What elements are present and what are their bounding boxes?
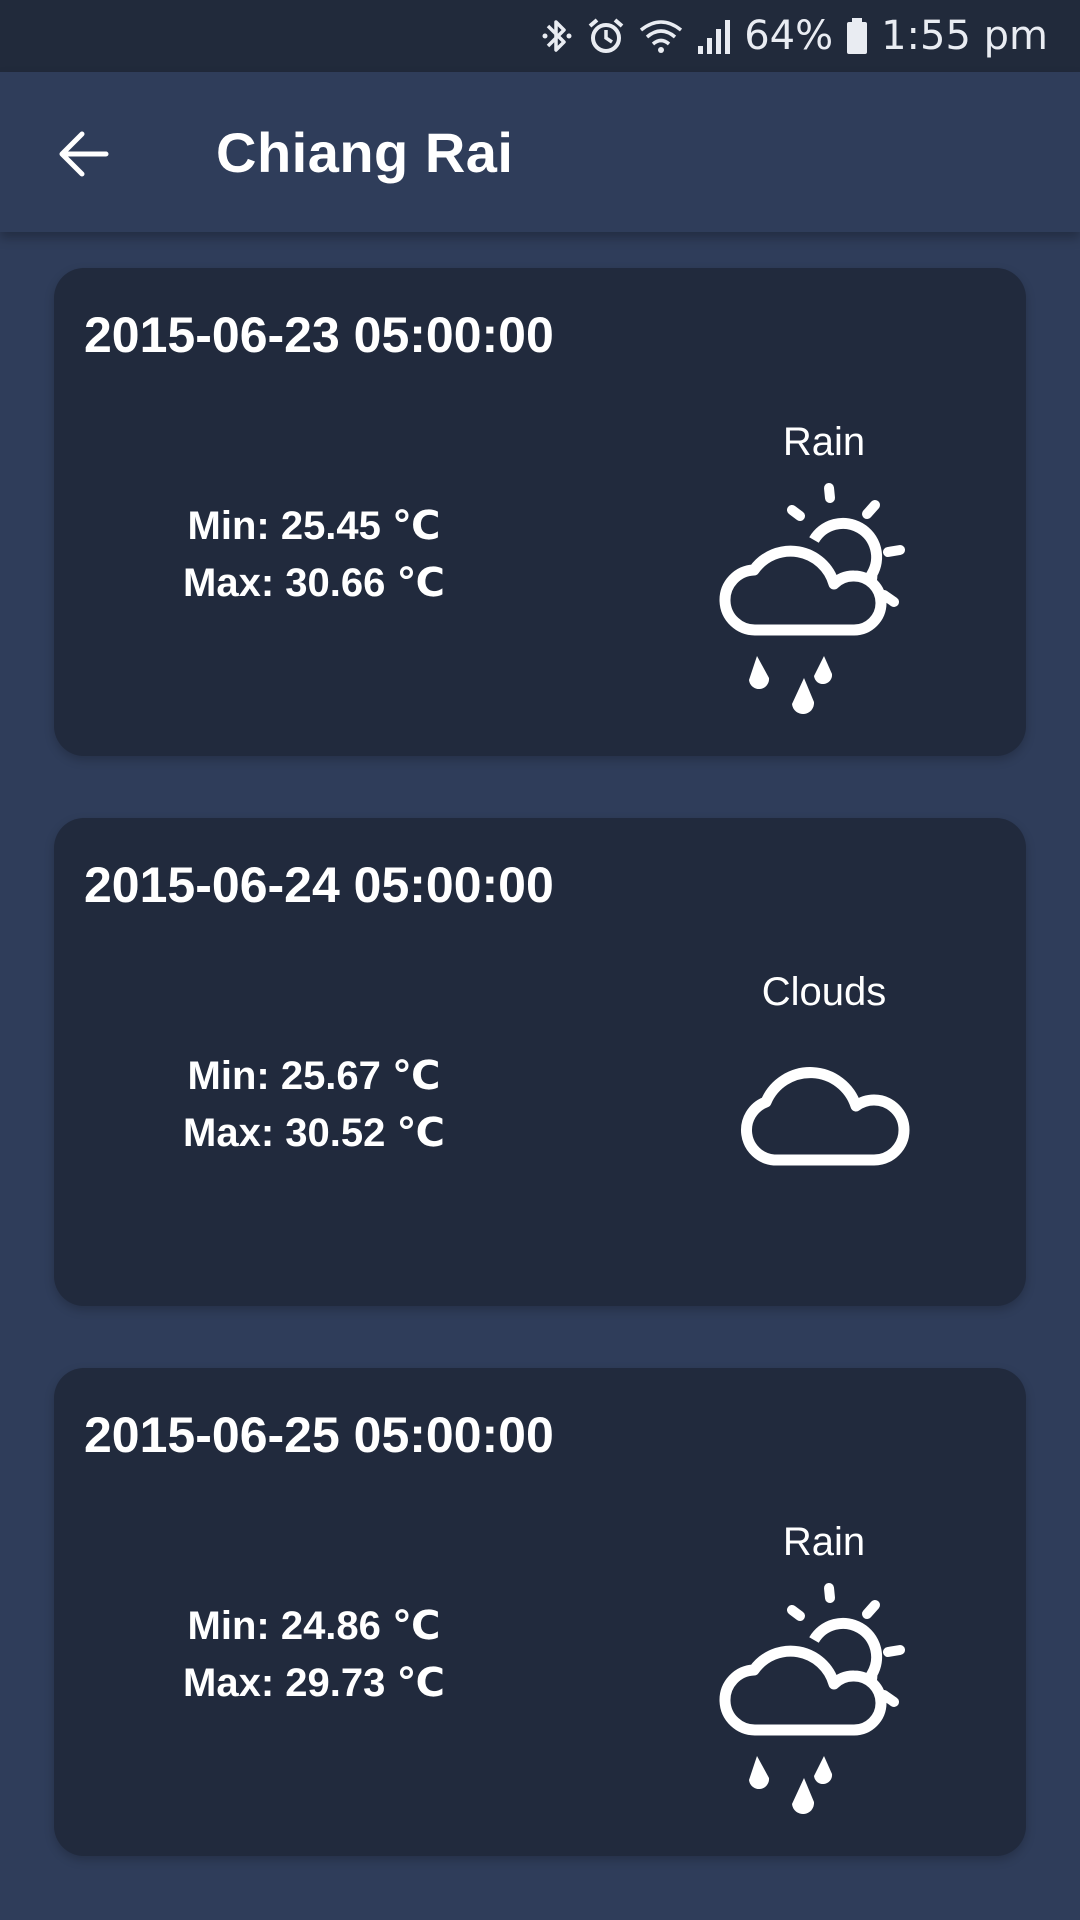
app-bar: Chiang Rai — [0, 72, 1080, 232]
signal-icon — [696, 16, 732, 56]
rain-sun-icon — [654, 1578, 994, 1828]
max-temp: Max: 29.73 ℃ — [183, 1661, 445, 1705]
back-button[interactable] — [48, 118, 120, 190]
temperature-range: Min: 25.45 ℃ Max: 30.66 ℃ — [54, 498, 574, 612]
forecast-datetime: 2015-06-23 05:00:00 — [84, 307, 554, 363]
condition-label: Clouds — [761, 970, 887, 1014]
rain-sun-icon — [654, 478, 994, 728]
condition-label: Rain — [782, 1520, 866, 1564]
forecast-card[interactable]: 2015-06-24 05:00:00 Min: 25.67 ℃ Max: 30… — [54, 818, 1026, 1306]
forecast-card[interactable]: 2015-06-23 05:00:00 Min: 25.45 ℃ Max: 30… — [54, 268, 1026, 756]
alarm-icon — [586, 16, 626, 56]
forecast-list: 2015-06-23 05:00:00 Min: 25.45 ℃ Max: 30… — [54, 268, 1026, 1918]
wifi-icon — [638, 16, 684, 56]
battery-icon — [845, 16, 869, 56]
status-bar: 64% 1:55 pm — [0, 0, 1080, 72]
forecast-datetime: 2015-06-24 05:00:00 — [84, 857, 554, 913]
max-temp: Max: 30.66 ℃ — [183, 561, 445, 605]
page-title: Chiang Rai — [216, 120, 514, 184]
forecast-datetime: 2015-06-25 05:00:00 — [84, 1407, 554, 1463]
forecast-card[interactable]: 2015-06-25 05:00:00 Min: 24.86 ℃ Max: 29… — [54, 1368, 1026, 1856]
min-temp: Min: 24.86 ℃ — [187, 1604, 441, 1648]
condition-label: Rain — [782, 420, 866, 464]
temperature-range: Min: 25.67 ℃ Max: 30.52 ℃ — [54, 1048, 574, 1162]
bluetooth-icon — [540, 16, 574, 56]
cloud-icon — [654, 1028, 994, 1278]
battery-percent: 64% — [744, 13, 834, 59]
min-temp: Min: 25.67 ℃ — [187, 1054, 441, 1098]
max-temp: Max: 30.52 ℃ — [183, 1111, 445, 1155]
arrow-left-icon — [59, 131, 109, 177]
temperature-range: Min: 24.86 ℃ Max: 29.73 ℃ — [54, 1598, 574, 1712]
min-temp: Min: 25.45 ℃ — [187, 504, 441, 548]
clock: 1:55 pm — [881, 13, 1048, 59]
